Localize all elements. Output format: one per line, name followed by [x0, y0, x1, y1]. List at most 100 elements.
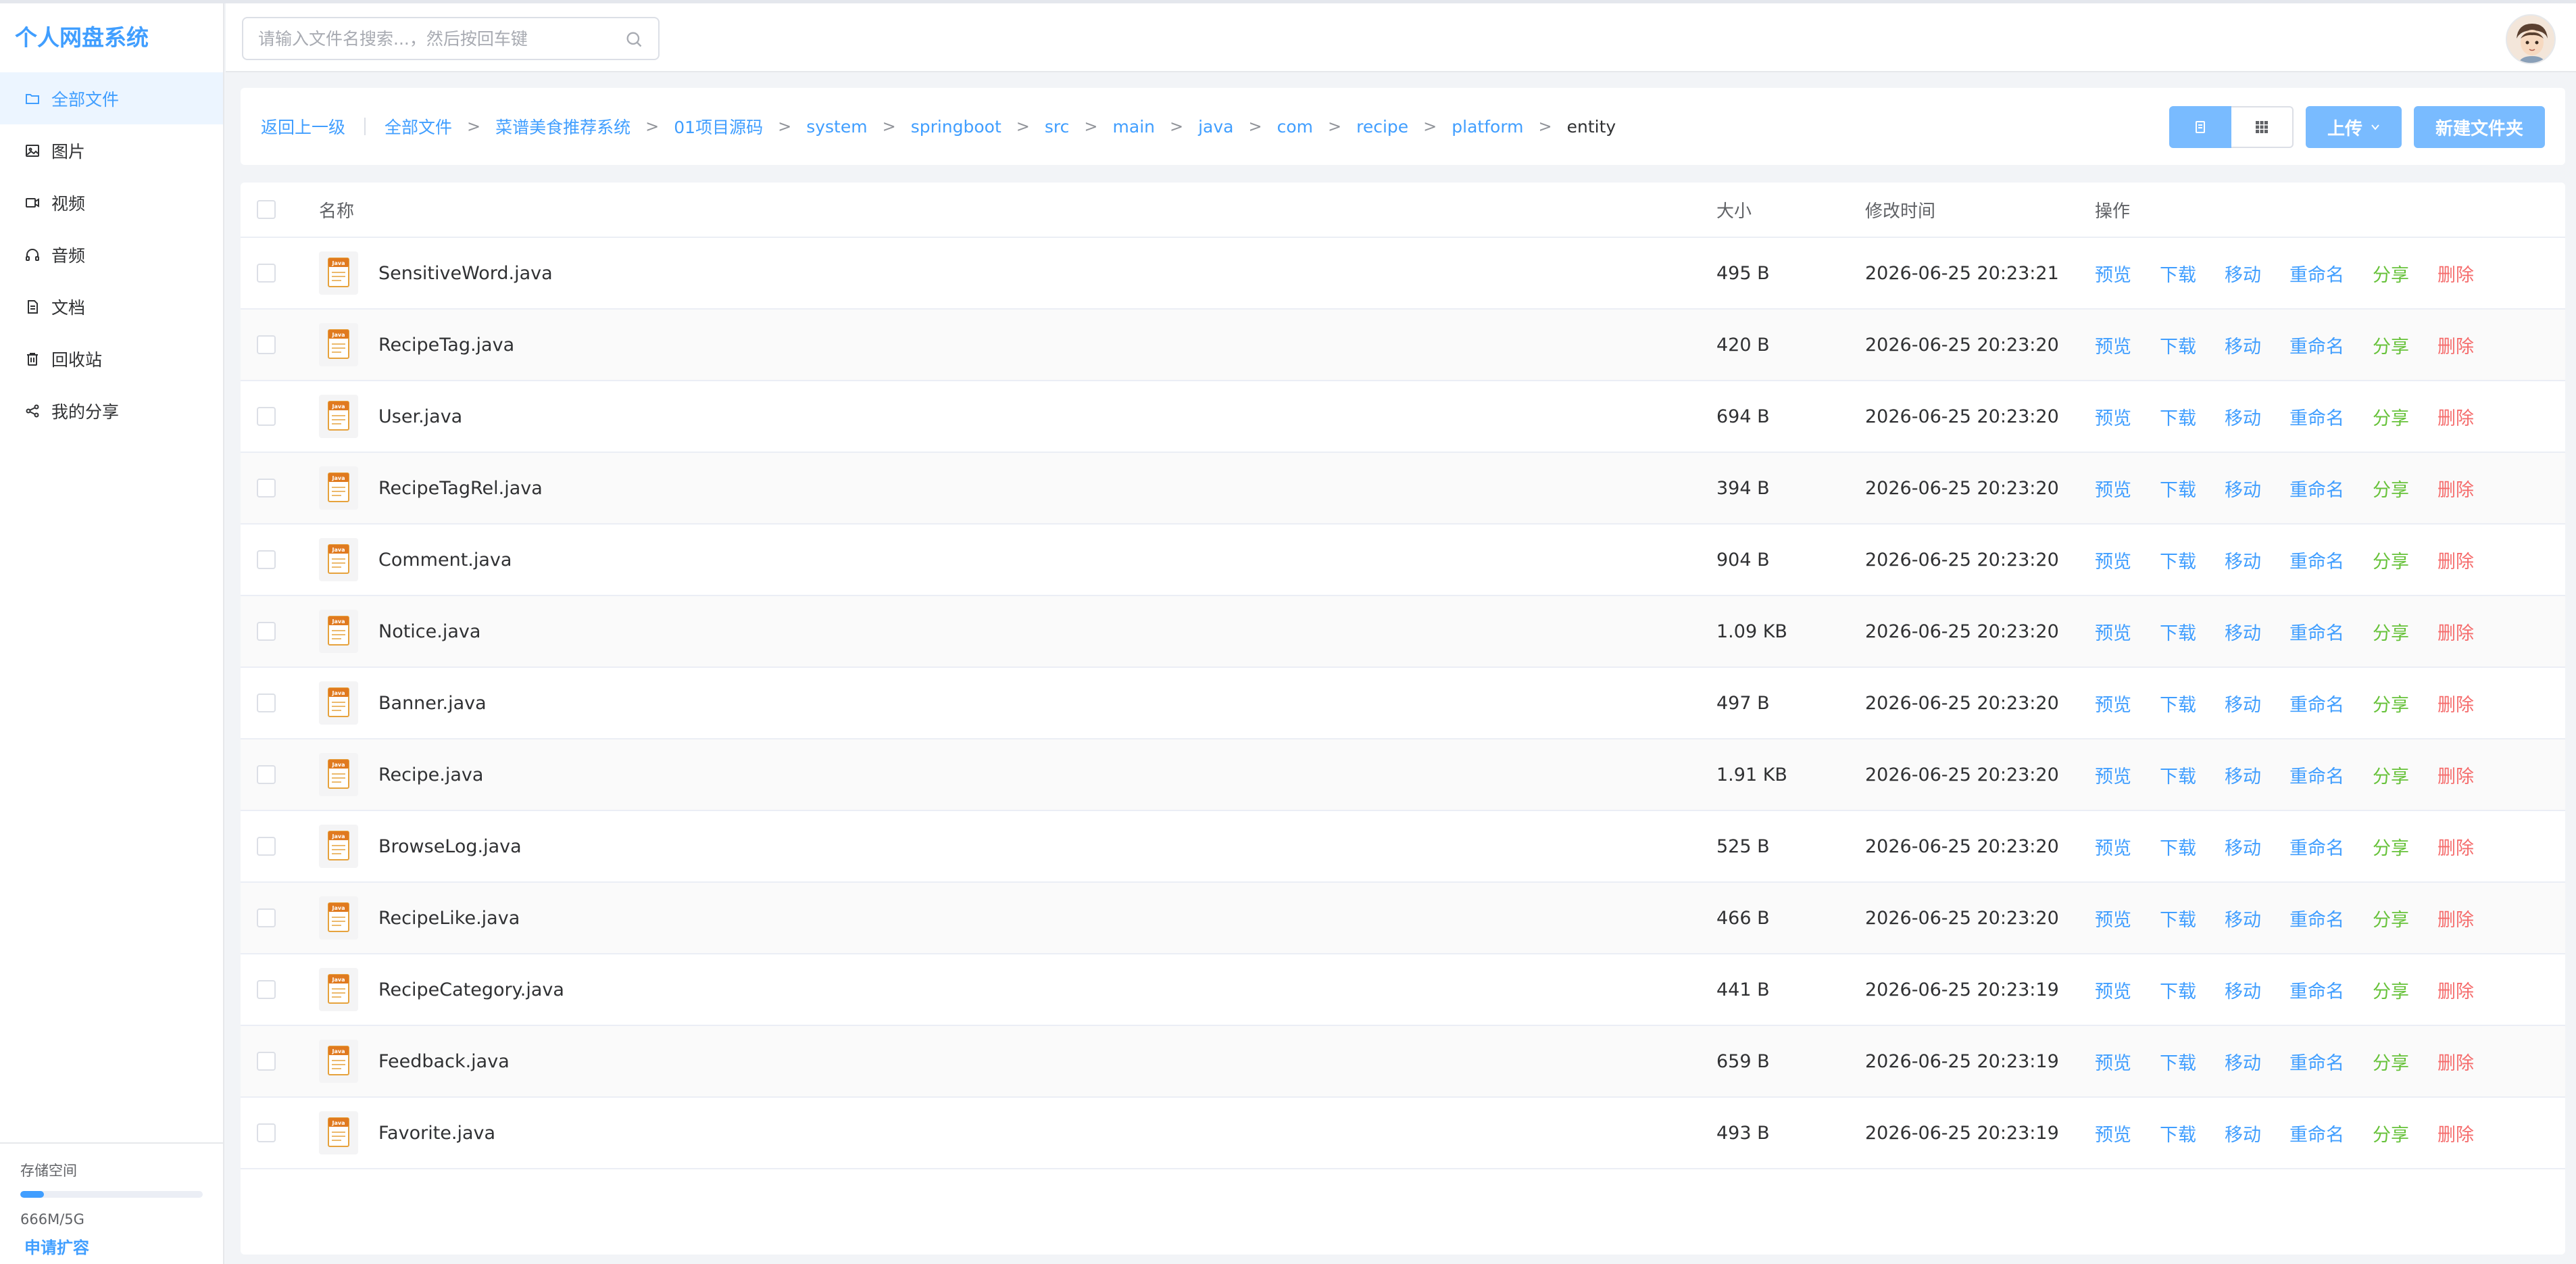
grid-view-button[interactable]	[2231, 106, 2294, 148]
preview-button[interactable]: 预览	[2095, 547, 2131, 573]
file-name[interactable]: SensitiveWord.java	[378, 263, 553, 284]
delete-button[interactable]: 删除	[2437, 977, 2474, 1003]
row-checkbox[interactable]	[257, 694, 276, 712]
file-name[interactable]: Comment.java	[378, 550, 512, 570]
sidebar-item-folder[interactable]: 全部文件	[0, 72, 223, 124]
share-button[interactable]: 分享	[2373, 260, 2409, 287]
share-button[interactable]: 分享	[2373, 404, 2409, 430]
row-checkbox[interactable]	[257, 908, 276, 927]
share-button[interactable]: 分享	[2373, 618, 2409, 645]
download-button[interactable]: 下载	[2160, 547, 2196, 573]
delete-button[interactable]: 删除	[2437, 1048, 2474, 1075]
table-row[interactable]: Java BrowseLog.java 525 B 2026-06-25 20:23:…	[241, 811, 2565, 883]
download-button[interactable]: 下载	[2160, 1120, 2196, 1146]
table-row[interactable]: Java RecipeCategory.java 441 B 2026-06-25 2…	[241, 954, 2565, 1026]
sidebar-item-headphones[interactable]: 音频	[0, 228, 223, 281]
row-checkbox[interactable]	[257, 407, 276, 426]
table-row[interactable]: Java Notice.java 1.09 KB 2026-06-25 20:23:2…	[241, 596, 2565, 668]
user-avatar[interactable]	[2506, 14, 2556, 64]
move-button[interactable]: 移动	[2225, 1048, 2261, 1075]
breadcrumb-link[interactable]: system	[806, 117, 867, 137]
row-checkbox[interactable]	[257, 837, 276, 856]
file-name[interactable]: RecipeTag.java	[378, 335, 514, 356]
rename-button[interactable]: 重命名	[2289, 833, 2344, 860]
share-button[interactable]: 分享	[2373, 690, 2409, 716]
request-expansion-link[interactable]: 申请扩容	[20, 1234, 203, 1258]
breadcrumb-link[interactable]: platform	[1452, 117, 1523, 137]
preview-button[interactable]: 预览	[2095, 404, 2131, 430]
delete-button[interactable]: 删除	[2437, 332, 2474, 358]
row-checkbox[interactable]	[257, 765, 276, 784]
move-button[interactable]: 移动	[2225, 260, 2261, 287]
delete-button[interactable]: 删除	[2437, 833, 2474, 860]
delete-button[interactable]: 删除	[2437, 1120, 2474, 1146]
download-button[interactable]: 下载	[2160, 618, 2196, 645]
move-button[interactable]: 移动	[2225, 690, 2261, 716]
move-button[interactable]: 移动	[2225, 905, 2261, 931]
row-checkbox[interactable]	[257, 1123, 276, 1142]
table-row[interactable]: Java Favorite.java 493 B 2026-06-25 20:23:1…	[241, 1098, 2565, 1169]
file-name[interactable]: RecipeCategory.java	[378, 979, 564, 1000]
sidebar-item-trash[interactable]: 回收站	[0, 333, 223, 385]
rename-button[interactable]: 重命名	[2289, 977, 2344, 1003]
row-checkbox[interactable]	[257, 980, 276, 999]
app-logo[interactable]: 个人网盘系统	[0, 3, 223, 72]
table-row[interactable]: Java RecipeTag.java 420 B 2026-06-25 20:23:…	[241, 310, 2565, 381]
column-header-name[interactable]: 名称	[319, 197, 1716, 222]
file-name[interactable]: Banner.java	[378, 693, 487, 714]
file-name[interactable]: RecipeTagRel.java	[378, 478, 543, 499]
table-row[interactable]: Java SensitiveWord.java 495 B 2026-06-25 20…	[241, 238, 2565, 310]
share-button[interactable]: 分享	[2373, 905, 2409, 931]
move-button[interactable]: 移动	[2225, 547, 2261, 573]
rename-button[interactable]: 重命名	[2289, 475, 2344, 502]
rename-button[interactable]: 重命名	[2289, 762, 2344, 788]
delete-button[interactable]: 删除	[2437, 690, 2474, 716]
file-name[interactable]: User.java	[378, 406, 462, 427]
download-button[interactable]: 下载	[2160, 404, 2196, 430]
delete-button[interactable]: 删除	[2437, 404, 2474, 430]
file-name[interactable]: Notice.java	[378, 621, 480, 642]
sidebar-item-video[interactable]: 视频	[0, 176, 223, 228]
share-button[interactable]: 分享	[2373, 762, 2409, 788]
table-row[interactable]: Java Feedback.java 659 B 2026-06-25 20:23:1…	[241, 1026, 2565, 1098]
preview-button[interactable]: 预览	[2095, 1048, 2131, 1075]
file-name[interactable]: Feedback.java	[378, 1051, 510, 1072]
rename-button[interactable]: 重命名	[2289, 332, 2344, 358]
preview-button[interactable]: 预览	[2095, 332, 2131, 358]
preview-button[interactable]: 预览	[2095, 833, 2131, 860]
table-row[interactable]: Java Banner.java 497 B 2026-06-25 20:23:20 预…	[241, 668, 2565, 739]
breadcrumb-link[interactable]: main	[1113, 117, 1155, 137]
file-name[interactable]: Recipe.java	[378, 764, 483, 785]
breadcrumb-link[interactable]: 01项目源码	[674, 114, 763, 139]
preview-button[interactable]: 预览	[2095, 762, 2131, 788]
download-button[interactable]: 下载	[2160, 475, 2196, 502]
table-row[interactable]: Java User.java 694 B 2026-06-25 20:23:20 预览 下…	[241, 381, 2565, 453]
share-button[interactable]: 分享	[2373, 547, 2409, 573]
rename-button[interactable]: 重命名	[2289, 547, 2344, 573]
download-button[interactable]: 下载	[2160, 1048, 2196, 1075]
preview-button[interactable]: 预览	[2095, 475, 2131, 502]
table-row[interactable]: Java Comment.java 904 B 2026-06-25 20:23:20…	[241, 525, 2565, 596]
move-button[interactable]: 移动	[2225, 332, 2261, 358]
move-button[interactable]: 移动	[2225, 1120, 2261, 1146]
back-button[interactable]: 返回上一级	[261, 114, 345, 139]
share-button[interactable]: 分享	[2373, 1048, 2409, 1075]
row-checkbox[interactable]	[257, 479, 276, 497]
breadcrumb-link[interactable]: recipe	[1356, 117, 1408, 137]
delete-button[interactable]: 删除	[2437, 260, 2474, 287]
move-button[interactable]: 移动	[2225, 977, 2261, 1003]
column-header-time[interactable]: 修改时间	[1865, 197, 2095, 222]
table-row[interactable]: Java Recipe.java 1.91 KB 2026-06-25 20:23:2…	[241, 739, 2565, 811]
move-button[interactable]: 移动	[2225, 762, 2261, 788]
download-button[interactable]: 下载	[2160, 833, 2196, 860]
upload-button[interactable]: 上传	[2305, 106, 2402, 148]
move-button[interactable]: 移动	[2225, 475, 2261, 502]
rename-button[interactable]: 重命名	[2289, 260, 2344, 287]
breadcrumb-link[interactable]: 菜谱美食推荐系统	[495, 114, 630, 139]
delete-button[interactable]: 删除	[2437, 905, 2474, 931]
move-button[interactable]: 移动	[2225, 618, 2261, 645]
download-button[interactable]: 下载	[2160, 977, 2196, 1003]
share-button[interactable]: 分享	[2373, 1120, 2409, 1146]
preview-button[interactable]: 预览	[2095, 905, 2131, 931]
download-button[interactable]: 下载	[2160, 690, 2196, 716]
